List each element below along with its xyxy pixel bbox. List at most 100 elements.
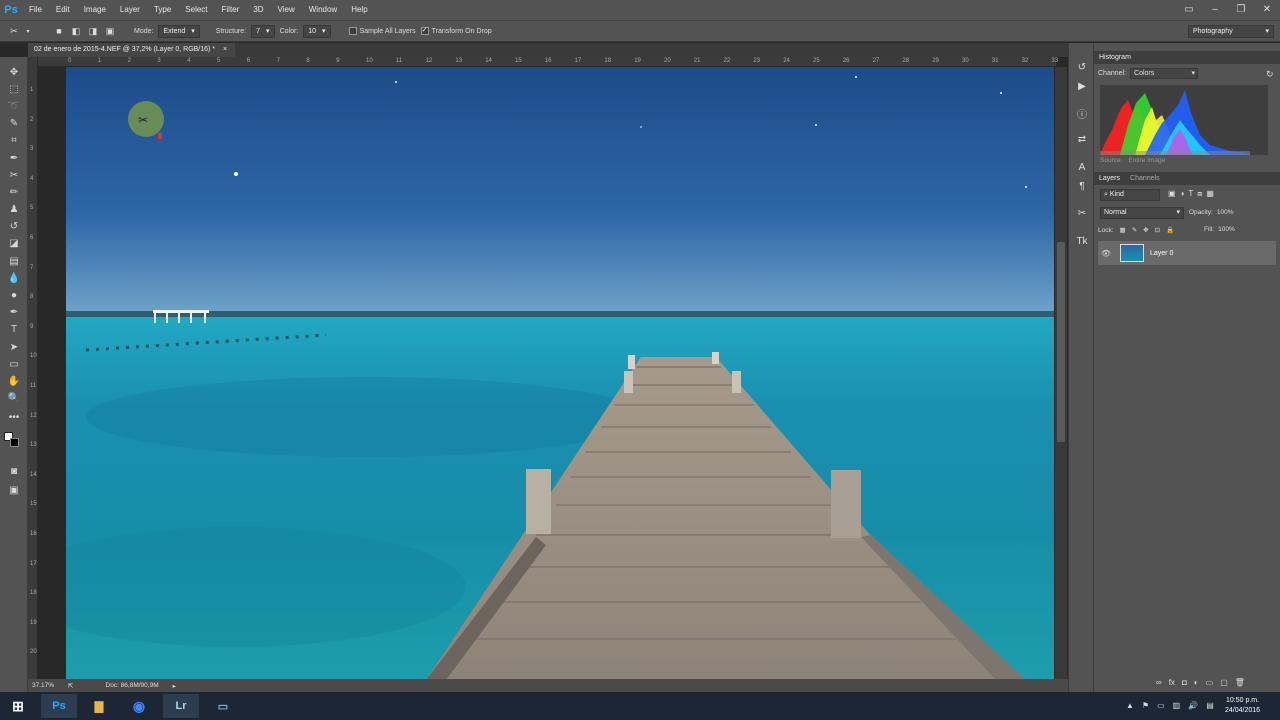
opacity-value[interactable]: 100% bbox=[1217, 209, 1234, 216]
document-size[interactable]: Doc: 86,8M/90,9M bbox=[106, 682, 159, 689]
background-color-swatch[interactable] bbox=[10, 438, 19, 447]
history-brush-tool-icon[interactable]: ↺ bbox=[5, 218, 23, 234]
lock-artboard-icon[interactable]: ⊡ bbox=[1155, 226, 1160, 234]
mask-icon[interactable]: ◘ bbox=[1182, 678, 1187, 687]
color-select[interactable]: 10 ▾ bbox=[303, 24, 331, 38]
close-tab-icon[interactable]: × bbox=[223, 43, 227, 57]
chrome-app[interactable]: ◉ bbox=[121, 694, 157, 718]
new-selection-icon[interactable]: ■ bbox=[53, 25, 65, 37]
actions-icon[interactable]: ▶ bbox=[1073, 78, 1091, 94]
photoshop-app[interactable]: Ps bbox=[41, 694, 77, 718]
kind-filter[interactable]: ⌕ Kind bbox=[1100, 189, 1160, 201]
restore-icon[interactable]: ▭ bbox=[1176, 0, 1202, 18]
lock-all-icon[interactable]: 🔒 bbox=[1166, 226, 1174, 234]
vertical-scroll-thumb[interactable] bbox=[1057, 242, 1065, 442]
layer-row[interactable]: 👁 Layer 0 bbox=[1098, 241, 1276, 265]
path-selection-tool-icon[interactable]: ➤ bbox=[5, 339, 23, 355]
channel-select[interactable]: Colors ▾ bbox=[1130, 68, 1199, 79]
marquee-tool-icon[interactable]: ⬚ bbox=[5, 81, 23, 97]
screen-mode-icon[interactable]: ▣ bbox=[5, 482, 23, 498]
hand-tool-icon[interactable]: ✋ bbox=[5, 373, 23, 389]
fill-value[interactable]: 100% bbox=[1218, 226, 1235, 233]
blend-mode-select[interactable]: Normal ▾ bbox=[1100, 207, 1184, 219]
document-tab[interactable]: 02 de enero de 2015-4.NEF @ 37,2% (Layer… bbox=[28, 43, 236, 57]
quick-selection-tool-icon[interactable]: ✎ bbox=[5, 115, 23, 131]
layer-filter-icons[interactable]: ▣◑T⧈▦ bbox=[1168, 189, 1218, 199]
mode-select[interactable]: Extend ▾ bbox=[158, 24, 200, 38]
lock-position-icon[interactable]: ✥ bbox=[1143, 226, 1148, 234]
flag-icon[interactable]: ⚑ bbox=[1142, 701, 1149, 710]
quick-mask-icon[interactable]: ◙ bbox=[5, 463, 23, 479]
eye-icon[interactable]: 👁 bbox=[1098, 249, 1114, 258]
crop-tool-icon[interactable]: ⌗ bbox=[5, 132, 23, 148]
explorer-app[interactable]: ▇ bbox=[81, 694, 117, 718]
menu-help[interactable]: Help bbox=[344, 0, 374, 20]
export-icon[interactable]: ⇱ bbox=[68, 682, 73, 690]
more-tools-icon[interactable]: ••• bbox=[5, 409, 23, 425]
menu-window[interactable]: Window bbox=[302, 0, 344, 20]
content-aware-move-icon[interactable]: ✂ bbox=[8, 25, 20, 37]
refresh-icon[interactable]: ↻ bbox=[1266, 69, 1274, 80]
trash-icon[interactable]: 🗑 bbox=[1235, 678, 1245, 687]
zoom-level[interactable]: 37.17% bbox=[32, 682, 54, 689]
lightroom-app[interactable]: Lr bbox=[163, 694, 199, 718]
lock-pixels-icon[interactable]: ✎ bbox=[1132, 226, 1137, 234]
menu-file[interactable]: File bbox=[22, 0, 49, 20]
adjustment-icon[interactable]: ◐ bbox=[1194, 678, 1199, 687]
character-icon[interactable]: A bbox=[1073, 159, 1091, 175]
menu-filter[interactable]: Filter bbox=[215, 0, 247, 20]
menu-select[interactable]: Select bbox=[178, 0, 214, 20]
tool-presets-icon[interactable]: ✂ bbox=[1073, 205, 1091, 221]
info-icon[interactable]: ⓘ bbox=[1073, 105, 1091, 121]
maximize-icon[interactable]: ❐ bbox=[1228, 0, 1254, 18]
properties-icon[interactable]: ⇄ bbox=[1073, 131, 1091, 147]
tab-layers[interactable]: Layers bbox=[1094, 172, 1125, 185]
add-selection-icon[interactable]: ◧ bbox=[70, 25, 82, 37]
clone-stamp-tool-icon[interactable]: ♟ bbox=[5, 201, 23, 217]
move-tool-icon[interactable]: ✥ bbox=[5, 64, 23, 80]
document-image[interactable]: ✂ bbox=[66, 67, 1054, 680]
display-icon[interactable]: ▭ bbox=[1157, 701, 1165, 710]
menu-type[interactable]: Type bbox=[147, 0, 178, 20]
content-aware-move-tool-icon[interactable]: ✂ bbox=[5, 167, 23, 183]
layer-name[interactable]: Layer 0 bbox=[1150, 250, 1173, 257]
zoom-tool-icon[interactable]: 🔍 bbox=[5, 390, 23, 406]
menu-layer[interactable]: Layer bbox=[113, 0, 147, 20]
tab-histogram[interactable]: Histogram bbox=[1094, 51, 1136, 64]
workspace-select[interactable]: Photography ▾ bbox=[1188, 25, 1274, 38]
lasso-tool-icon[interactable]: ➰ bbox=[5, 98, 23, 114]
structure-select[interactable]: 7 ▾ bbox=[251, 24, 275, 38]
transform-on-drop-checkbox[interactable]: ✓ bbox=[420, 27, 429, 35]
source-value[interactable]: Entire Image bbox=[1128, 157, 1165, 164]
group-icon[interactable]: ▭ bbox=[1206, 678, 1214, 687]
menu-view[interactable]: View bbox=[271, 0, 302, 20]
fx-icon[interactable]: fx bbox=[1169, 678, 1175, 687]
glyphs-icon[interactable]: Tk bbox=[1073, 233, 1091, 249]
dodge-tool-icon[interactable]: ● bbox=[5, 287, 23, 303]
sample-all-layers-option[interactable]: Sample All Layers bbox=[348, 27, 416, 35]
menu-edit[interactable]: Edit bbox=[49, 0, 77, 20]
tab-channels[interactable]: Channels bbox=[1125, 172, 1165, 185]
close-icon[interactable]: ✕ bbox=[1254, 0, 1280, 18]
type-tool-icon[interactable]: T bbox=[5, 321, 23, 337]
keyboard-icon[interactable]: ▤ bbox=[1206, 701, 1214, 710]
blur-tool-icon[interactable]: 💧 bbox=[5, 270, 23, 286]
link-icon[interactable]: ∞ bbox=[1156, 678, 1162, 687]
clock[interactable]: 10:50 p.m. 24/04/2016 bbox=[1225, 696, 1260, 716]
network-icon[interactable]: ▥ bbox=[1173, 701, 1181, 710]
start-button[interactable]: ⊞ bbox=[0, 694, 36, 718]
gradient-tool-icon[interactable]: ▤ bbox=[5, 253, 23, 269]
tray-arrow-icon[interactable]: ▲ bbox=[1126, 701, 1134, 710]
new-layer-icon[interactable]: ▢ bbox=[1220, 678, 1228, 687]
chevron-right-icon[interactable]: ▸ bbox=[173, 682, 176, 690]
shape-tool-icon[interactable]: ▭ bbox=[5, 356, 23, 372]
eraser-tool-icon[interactable]: ◪ bbox=[5, 235, 23, 251]
brush-tool-icon[interactable]: ✏ bbox=[5, 184, 23, 200]
subtract-selection-icon[interactable]: ◨ bbox=[87, 25, 99, 37]
screen-app[interactable]: ▭ bbox=[205, 694, 241, 718]
transform-on-drop-option[interactable]: ✓ Transform On Drop bbox=[420, 27, 492, 35]
chevron-down-icon[interactable]: ▾ bbox=[25, 25, 31, 37]
history-icon[interactable]: ↺ bbox=[1073, 59, 1091, 75]
menu-image[interactable]: Image bbox=[77, 0, 113, 20]
paragraph-icon[interactable]: ¶ bbox=[1073, 178, 1091, 194]
